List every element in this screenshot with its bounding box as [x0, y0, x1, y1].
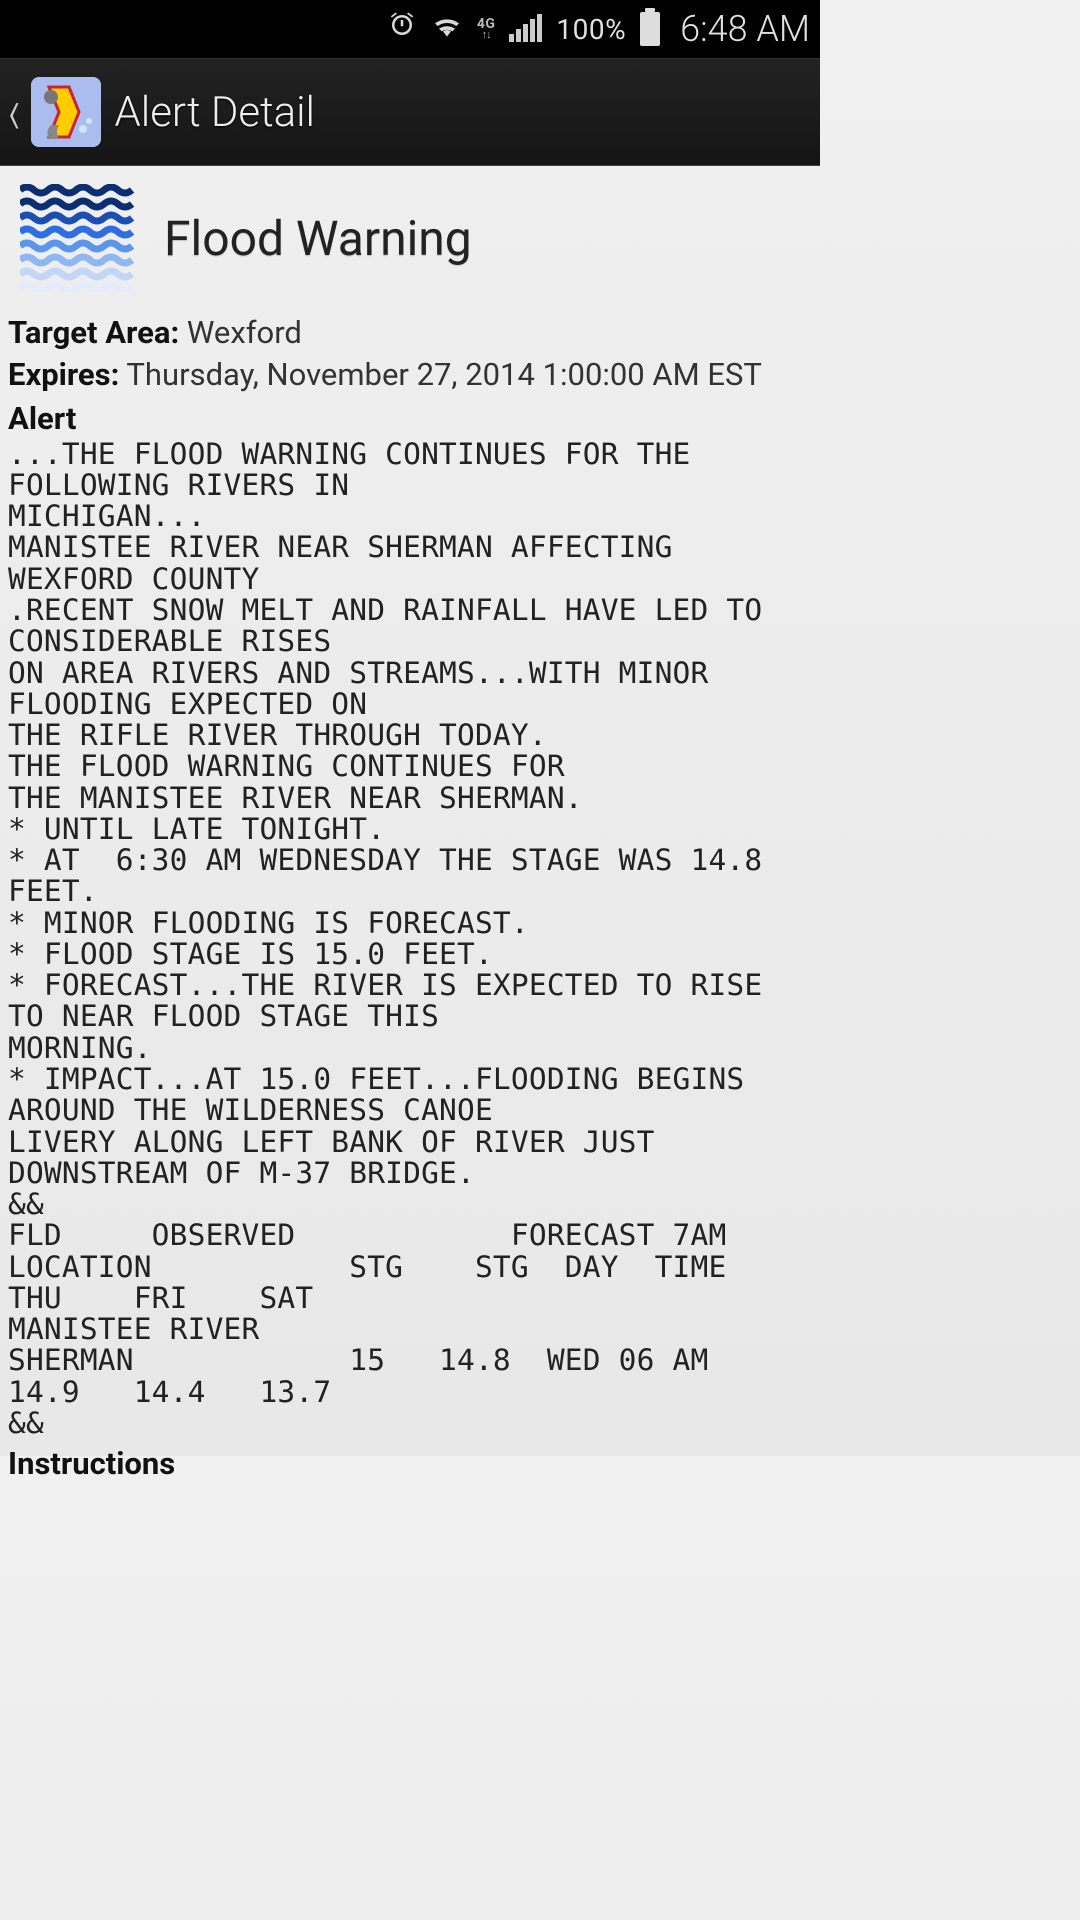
battery-percent: 100% [556, 13, 626, 46]
expires-row: Expires: Thursday, November 27, 2014 1:0… [8, 354, 812, 396]
alert-heading: Alert [8, 400, 812, 437]
target-area-row: Target Area: Wexford [8, 312, 812, 354]
flood-icon [20, 184, 136, 292]
target-area-label: Target Area: [8, 314, 179, 351]
alert-meta: Target Area: Wexford Expires: Thursday, … [8, 312, 812, 396]
wifi-icon [431, 10, 463, 48]
alert-body-text: ...THE FLOOD WARNING CONTINUES FOR THE F… [8, 439, 812, 1440]
back-button[interactable]: ‹ [8, 73, 21, 151]
target-area-value: Wexford [179, 314, 302, 351]
network-4g-icon: 4G↑↓ [477, 18, 496, 40]
battery-icon [640, 12, 660, 46]
action-bar: ‹ Alert Detail [0, 58, 820, 166]
content-area: Flood Warning Target Area: Wexford Expir… [0, 166, 820, 1482]
expires-label: Expires: [8, 356, 119, 393]
instructions-heading: Instructions [8, 1445, 812, 1482]
clock-time: 6:48 AM [680, 8, 810, 50]
expires-value: Thursday, November 27, 2014 1:00:00 AM E… [119, 356, 762, 393]
alert-type-title: Flood Warning [164, 210, 472, 267]
alert-header: Flood Warning [8, 178, 812, 312]
signal-icon [509, 16, 542, 42]
page-title: Alert Detail [115, 88, 315, 137]
status-bar: 4G↑↓ 100% 6:48 AM [0, 0, 820, 58]
alarm-icon [387, 10, 417, 48]
app-icon[interactable] [31, 77, 101, 147]
